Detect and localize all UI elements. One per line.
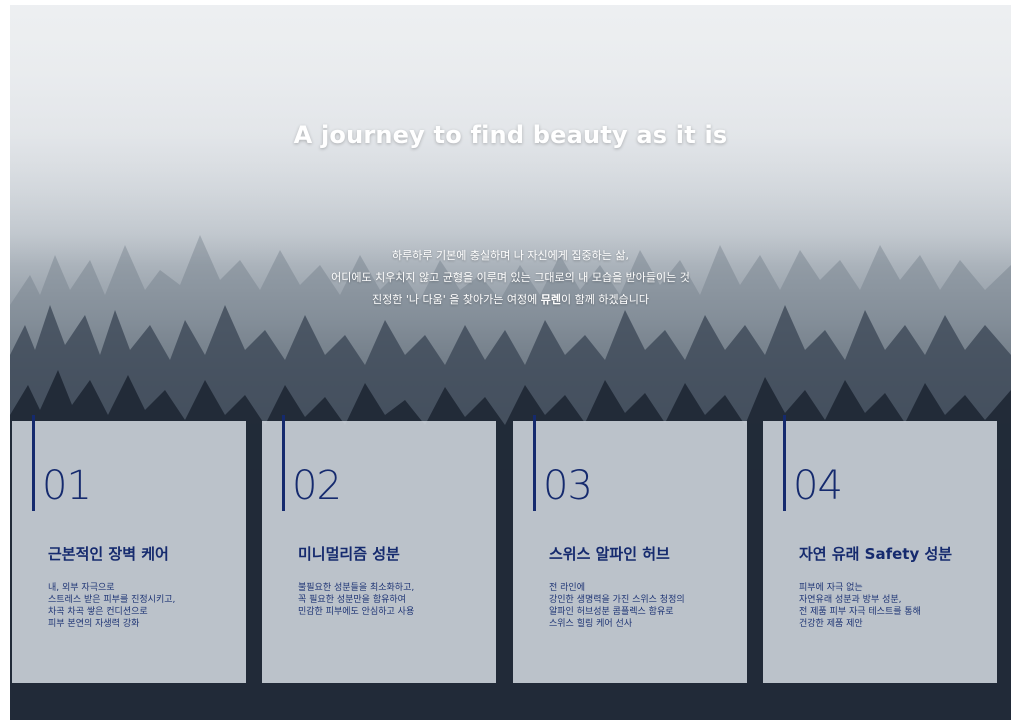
hero-line-3-end: 이 함께 하겠습니다 <box>561 293 649 306</box>
card-number: 01 <box>42 463 92 509</box>
hero-line-3-start: 진정한 '나 다움' 을 찾아가는 여정에 <box>372 293 541 306</box>
feature-card-2: 02 미니멀리즘 성분 불필요한 성분들을 최소화하고, 꼭 필요한 성분만을 … <box>262 415 496 683</box>
accent-bar <box>282 415 285 511</box>
card-title: 미니멀리즘 성분 <box>298 545 400 563</box>
brand-name: 뮤렌 <box>540 293 561 306</box>
hero-line-1: 하루하루 기본에 충실하며 나 자신에게 집중하는 삶, <box>392 249 629 262</box>
hero-title: A journey to find beauty as it is <box>293 121 728 149</box>
card-title: 자연 유래 Safety 성분 <box>799 545 953 563</box>
card-description: 불필요한 성분들을 최소화하고, 꼭 필요한 성분만을 함유하여 민감한 피부에… <box>298 583 415 617</box>
hero-line-2: 어디에도 치우치지 않고 균형을 이루며 있는 그대로의 내 모습을 받아들이는… <box>331 271 690 284</box>
card-title: 근본적인 장벽 케어 <box>48 545 169 563</box>
accent-bar <box>32 415 35 511</box>
hero-description: 하루하루 기본에 충실하며 나 자신에게 집중하는 삶, 어디에도 치우치지 않… <box>10 245 1011 311</box>
feature-card-3: 03 스위스 알파인 허브 전 라인에 강인한 생명력을 가진 스위스 청정의 … <box>513 415 747 683</box>
hero-line-3: 진정한 '나 다움' 을 찾아가는 여정에 뮤렌이 함께 하겠습니다 <box>10 289 1011 311</box>
card-description: 피부에 자극 없는 자연유래 성분과 방부 성분, 전 제품 피부 자극 테스트… <box>799 583 921 629</box>
feature-card-4: 04 자연 유래 Safety 성분 피부에 자극 없는 자연유래 성분과 방부… <box>763 415 997 683</box>
accent-bar <box>533 415 536 511</box>
card-title: 스위스 알파인 허브 <box>549 545 670 563</box>
card-number: 04 <box>793 463 843 509</box>
card-description: 전 라인에 강인한 생명력을 가진 스위스 청정의 알파인 허브성분 콤플렉스 … <box>549 583 685 629</box>
accent-bar <box>783 415 786 511</box>
feature-cards: 01 근본적인 장벽 케어 내, 외부 자극으로 스트레스 받은 피부를 진정시… <box>12 415 997 685</box>
card-description: 내, 외부 자극으로 스트레스 받은 피부를 진정시키고, 차곡 차곡 쌓은 컨… <box>48 583 176 629</box>
card-number: 02 <box>292 463 342 509</box>
feature-card-1: 01 근본적인 장벽 케어 내, 외부 자극으로 스트레스 받은 피부를 진정시… <box>12 415 246 683</box>
card-number: 03 <box>543 463 593 509</box>
